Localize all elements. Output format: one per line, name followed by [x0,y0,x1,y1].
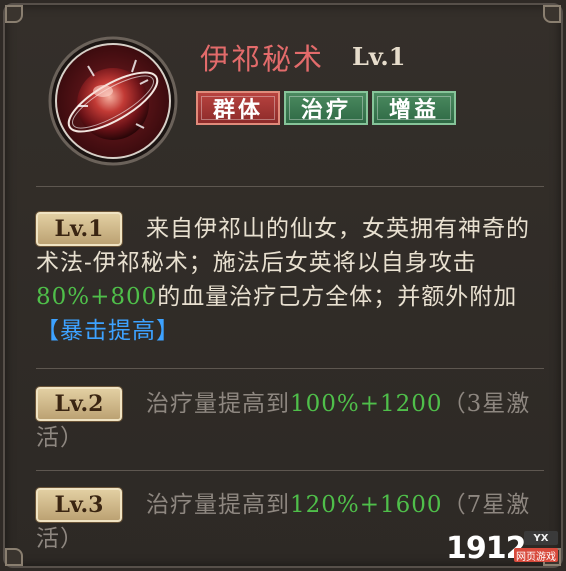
watermark-tag: YX [524,531,558,545]
corner-ornament [543,5,561,23]
divider [36,470,544,471]
skill-orb-icon [48,36,178,166]
site-watermark: 1912 YX 网页游戏 [446,531,558,566]
divider [36,186,544,187]
skill-tags: 群体 治疗 增益 [196,91,456,125]
tag-buff: 增益 [372,91,456,125]
level-1-description: 来自伊祁山的仙女，女英拥有神奇的术法-伊祁秘术；施法后女英将以自身攻击80%+8… [36,216,530,344]
watermark-sub: 网页游戏 [514,548,558,563]
tag-heal: 治疗 [284,91,368,125]
skill-level: Lv.1 [352,42,406,71]
tag-group: 群体 [196,91,280,125]
crit-buff-link: 【暴击提高】 [36,318,180,344]
corner-ornament [5,5,23,23]
level-2-description: 治疗量提高到100%+1200（3星激活） [36,391,531,451]
skill-name: 伊祁秘术 [200,42,325,76]
divider [36,368,544,369]
corner-ornament [5,548,23,566]
